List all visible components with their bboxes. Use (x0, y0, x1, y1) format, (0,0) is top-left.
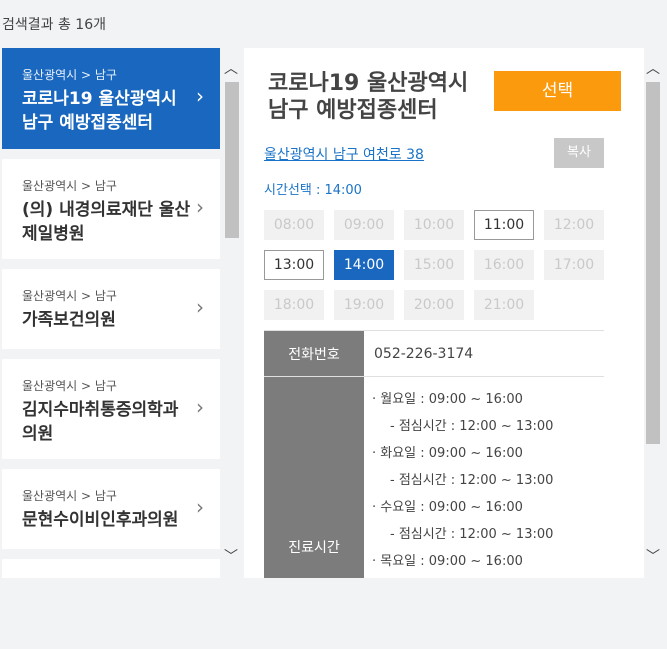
time-slot[interactable]: 13:00 (264, 250, 324, 280)
scrollbar-thumb[interactable] (225, 82, 239, 238)
list-item-name: (의) 내경의료재단 울산제일병원 (22, 200, 191, 244)
time-slot: 15:00 (404, 250, 464, 280)
chevron-right-icon: › (196, 495, 204, 519)
time-slot: 08:00 (264, 210, 324, 240)
chevron-right-icon: › (196, 395, 204, 419)
list-item-name: 문현수이비인후과의원 (22, 510, 179, 530)
time-slot[interactable]: 11:00 (474, 210, 534, 240)
hours-line: · 화요일 : 09:00 ~ 16:00 (372, 446, 523, 461)
hours-list: · 월요일 : 09:00 ~ 16:00 - 점심시간 : 12:00 ~ 1… (364, 377, 604, 578)
hours-line: · 수요일 : 09:00 ~ 16:00 (372, 500, 523, 515)
phone-value: 052-226-3174 (374, 346, 474, 362)
list-item[interactable] (2, 559, 220, 578)
list-item-name: 가족보건의원 (22, 310, 116, 330)
time-slot: 17:00 (544, 250, 604, 280)
facility-list: 울산광역시 > 남구 코로나19 울산광역시 남구 예방접종센터 › 울산광역시… (0, 48, 222, 578)
phone-row: 전화번호 052-226-3174 (264, 330, 604, 377)
hours-line: · 월요일 : 09:00 ~ 16:00 (372, 392, 523, 407)
detail-scrollbar[interactable]: ︿ ﹀ (644, 58, 662, 568)
list-item[interactable]: 울산광역시 > 남구 코로나19 울산광역시 남구 예방접종센터 › (2, 48, 220, 149)
chevron-right-icon: › (196, 195, 204, 219)
hours-line: - 점심시간 : 12:00 ~ 13:00 (390, 527, 554, 542)
time-slot: 19:00 (334, 290, 394, 320)
list-item-region: 울산광역시 > 남구 (22, 289, 117, 303)
time-slot[interactable]: 14:00 (334, 250, 394, 280)
info-table: 전화번호 052-226-3174 진료시간 · 월요일 : 09:00 ~ 1… (264, 330, 604, 578)
list-item-region: 울산광역시 > 남구 (22, 68, 117, 82)
time-slot: 21:00 (474, 290, 534, 320)
time-selection-label: 시간선택 : 14:00 (264, 183, 362, 198)
phone-label: 전화번호 (264, 331, 364, 376)
chevron-right-icon: › (196, 295, 204, 319)
time-slot: 10:00 (404, 210, 464, 240)
facility-detail: 코로나19 울산광역시 남구 예방접종센터 선택 울산광역시 남구 여천로 38… (244, 48, 644, 578)
select-button[interactable]: 선택 (494, 71, 621, 111)
hours-line: - 점심시간 : 12:00 ~ 13:00 (390, 419, 554, 434)
address-link[interactable]: 울산광역시 남구 여천로 38 (264, 144, 424, 164)
result-count: 검색결과 총 16개 (2, 17, 106, 33)
facility-title: 코로나19 울산광역시 남구 예방접종센터 (268, 71, 469, 123)
hours-line: · 목요일 : 09:00 ~ 16:00 (372, 554, 523, 569)
time-slot: 09:00 (334, 210, 394, 240)
hours-row: 진료시간 · 월요일 : 09:00 ~ 16:00 - 점심시간 : 12:0… (264, 377, 604, 578)
list-item-region: 울산광역시 > 남구 (22, 489, 117, 503)
list-item-region: 울산광역시 > 남구 (22, 179, 117, 193)
time-slot: 16:00 (474, 250, 534, 280)
scroll-up-icon[interactable]: ︿ (222, 60, 240, 78)
scroll-down-icon[interactable]: ﹀ (222, 548, 240, 566)
time-slot: 12:00 (544, 210, 604, 240)
list-item[interactable]: 울산광역시 > 남구 (의) 내경의료재단 울산제일병원 › (2, 159, 220, 259)
time-slot: 18:00 (264, 290, 324, 320)
hours-line: - 점심시간 : 12:00 ~ 13:00 (390, 473, 554, 488)
list-item[interactable]: 울산광역시 > 남구 김지수마취통증의학과의원 › (2, 359, 220, 459)
list-item-region: 울산광역시 > 남구 (22, 379, 117, 393)
list-item[interactable]: 울산광역시 > 남구 가족보건의원 › (2, 269, 220, 349)
time-slot: 20:00 (404, 290, 464, 320)
list-item[interactable]: 울산광역시 > 남구 문현수이비인후과의원 › (2, 469, 220, 549)
scrollbar-thumb[interactable] (646, 82, 660, 444)
scroll-up-icon[interactable]: ︿ (644, 60, 662, 78)
hours-label: 진료시간 (264, 377, 364, 578)
list-item-name: 코로나19 울산광역시 남구 예방접종센터 (22, 89, 177, 133)
list-scrollbar[interactable]: ︿ ﹀ (222, 58, 240, 568)
copy-button[interactable]: 복사 (554, 138, 604, 168)
scroll-down-icon[interactable]: ﹀ (644, 548, 662, 566)
chevron-right-icon: › (196, 84, 204, 108)
list-item-name: 김지수마취통증의학과의원 (22, 400, 179, 444)
